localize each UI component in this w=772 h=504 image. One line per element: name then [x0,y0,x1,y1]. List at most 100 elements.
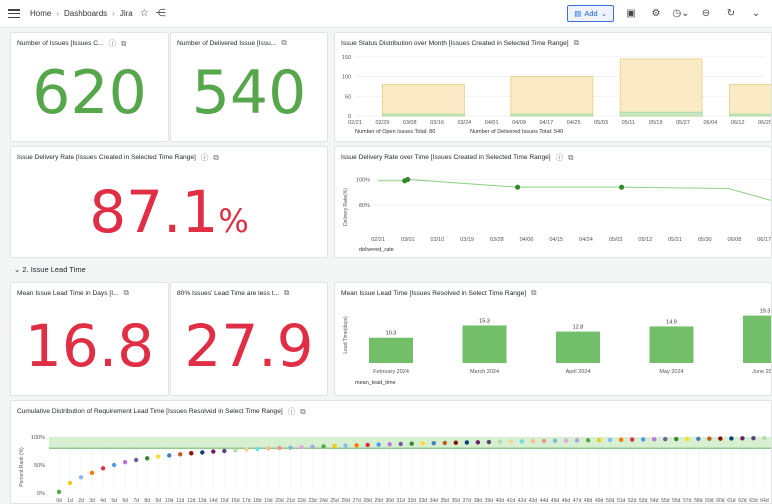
legend-delivered: Number of Delivered Issues Total: 540 [470,129,563,135]
refresh-icon[interactable]: ↻ [723,6,739,22]
chevron-right-icon: › [56,9,60,18]
menu-icon[interactable] [8,9,20,18]
x-tick-label: February 2024 [373,369,409,375]
data-point [629,437,635,442]
x-tick-label: May 2024 [659,369,683,375]
data-point [514,184,521,190]
info-icon[interactable]: ⓘ [108,38,116,49]
x-tick-label: 02/29 [375,120,389,126]
x-tick-label: 04/01 [485,120,499,126]
x-tick-label: 28d [363,498,372,504]
x-tick-label: 06/08 [728,237,742,243]
data-point [56,489,62,495]
delivery-rate-unit: % [218,202,249,240]
settings-icon[interactable]: ⚙ [648,6,664,22]
data-point [255,446,260,452]
save-icon[interactable]: ▣ [623,6,639,22]
data-point [211,449,216,454]
chevron-down-icon[interactable]: ⌄ [748,6,764,22]
add-panel-icon: ▤ [574,9,582,18]
add-button[interactable]: ▤ Add ⌄ [567,5,614,22]
x-tick-label: 03/10 [431,237,445,243]
data-point [475,440,481,445]
x-tick-label: 21d [286,498,295,504]
panel-title: Mean Issue Lead Time in Days [I... [17,289,119,297]
data-point [751,436,756,441]
y-tick-label: 150 [342,55,351,61]
data-point [420,441,425,446]
x-tick-label: 5d [111,498,117,504]
mean-lead-time-panel: Mean Issue Lead Time in Days [I... ⧉ 16.8 [10,282,169,396]
data-point [762,435,767,441]
bar-open [619,111,703,117]
add-button-label: Add [584,9,598,18]
external-link-icon[interactable]: ⧉ [121,39,126,49]
y-tick-label: 100% [31,435,45,441]
data-point [574,438,580,443]
breadcrumb-current: Jira [119,9,133,18]
x-tick-label: 03/01 [401,237,415,243]
x-tick-label: June 2024 [752,369,772,375]
panel-title: Number of Delivered Issue [Issu... [177,39,277,47]
data-point [641,437,646,442]
time-picker-icon[interactable]: ◷⌄ [672,6,689,22]
external-link-icon[interactable]: ⧉ [213,153,218,163]
y-axis-label: Lead Time(days) [343,316,349,354]
x-tick-label: 56d [672,498,681,504]
x-tick-label: 05/19 [649,120,663,126]
star-icon[interactable]: ☆ [140,8,149,19]
x-tick-label: 10d [165,498,174,504]
info-icon[interactable]: ⓘ [201,152,209,163]
data-point [405,176,411,183]
x-tick-label: 64d [760,498,769,504]
data-point [585,438,591,443]
x-tick-label: 02/21 [348,120,362,126]
x-tick-label: 63d [749,498,758,504]
delivery-rate-number: 87.1 [89,178,219,246]
x-tick-label: 44d [540,498,549,504]
data-point [541,438,547,444]
x-tick-label: 53d [639,498,648,504]
x-tick-label: 04/09 [512,120,526,126]
x-tick-label: 06/12 [731,120,745,126]
share-icon[interactable]: ⋲ [156,8,166,19]
delivery-rate-panel: Issue Delivery Rate [Issues Created in S… [10,146,328,258]
x-tick-label: 06/17 [757,237,771,243]
panel-title: 80% Issues' Lead Time are less t... [177,289,280,297]
external-link-icon[interactable]: ⧉ [281,38,286,48]
p80-lead-time-panel: 80% Issues' Lead Time are less t... ⧉ 27.… [170,282,328,396]
issues-count-panel: Number of Issues [Issues C... ⓘ ⧉ 620 [10,32,169,142]
x-tick-label: 20d [275,498,284,504]
x-tick-label: 18d [253,498,262,504]
x-tick-label: 17d [242,498,251,504]
data-label: 12.8 [573,325,584,331]
bar-open [510,113,594,117]
zoom-out-icon[interactable]: ⊖ [698,6,714,22]
x-tick-label: 16d [231,498,240,504]
mean-lead-time-chart-panel: Mean Issue Lead Time [Issues Resolved in… [334,282,772,396]
section-issue-lead-time[interactable]: ⌄ 2. Issue Lead Time [14,265,86,274]
data-point [67,480,73,486]
breadcrumb-home[interactable]: Home [30,9,51,18]
x-tick-label: 36d [452,498,461,504]
data-point [78,475,84,480]
data-point [144,456,150,461]
x-tick-label: 9d [155,498,161,504]
data-point [398,441,403,447]
x-tick-label: 8d [144,498,150,504]
breadcrumb-dashboards[interactable]: Dashboards [64,9,107,18]
p80-lead-time-value: 27.9 [184,312,314,380]
panel-title: Issue Delivery Rate [Issues Created in S… [17,154,196,161]
x-tick-label: 03/19 [460,237,474,243]
data-point [244,447,249,452]
data-point [299,444,304,450]
data-point [685,436,690,442]
external-link-icon[interactable]: ⧉ [124,288,129,298]
delivery-rate-chart: 100% 80% 02/21 03/01 03/10 03/19 03/28 04/06 04/… [343,176,771,253]
x-tick-label: April 2024 [566,369,591,375]
status-distribution-panel: Issue Status Distribution over Month [Is… [334,32,772,142]
external-link-icon[interactable]: ⧉ [284,288,289,298]
x-tick-label: 4d [100,498,106,504]
data-point [167,453,172,458]
x-tick-label: 26d [341,498,350,504]
